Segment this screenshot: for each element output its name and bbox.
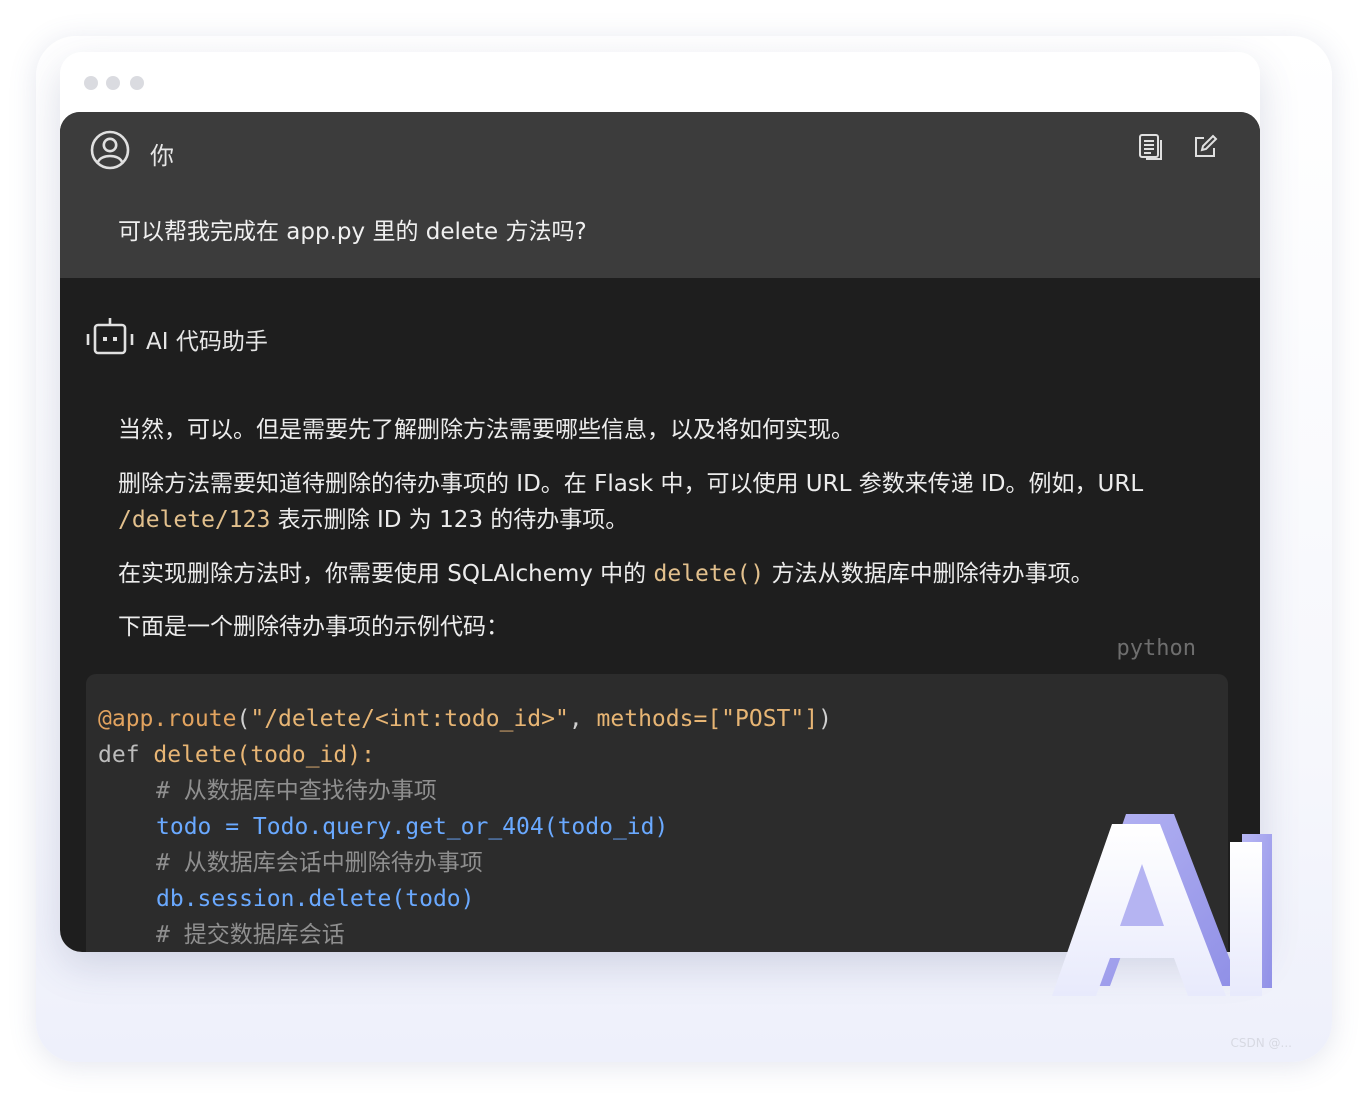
code-token: ) xyxy=(818,706,832,732)
user-name: 你 xyxy=(150,142,174,170)
paragraph-text: 在实现删除方法时，你需要使用 SQLAlchemy 中的 xyxy=(118,561,654,587)
window-dot-close[interactable] xyxy=(84,76,98,90)
code-line-6: db.session.delete(todo) xyxy=(156,886,475,912)
paragraph-text: 表示删除 ID 为 123 的待办事项。 xyxy=(270,507,629,533)
assistant-paragraph-3: 在实现删除方法时，你需要使用 SQLAlchemy 中的 delete() 方法… xyxy=(118,556,1208,592)
code-token: ( xyxy=(236,706,251,732)
assistant-paragraph-4: 下面是一个删除待办事项的示例代码： xyxy=(118,614,509,640)
code-line-7: # 提交数据库会话 xyxy=(156,922,345,948)
assistant-name: AI 代码助手 xyxy=(146,329,268,355)
window-dot-maximize[interactable] xyxy=(130,76,144,90)
code-line-1: @app.route("/delete/<int:todo_id>", meth… xyxy=(98,702,832,736)
user-message-block: 你 可以帮我完成在 app.py 里的 delete 方法吗? xyxy=(60,112,1260,278)
code-token: , xyxy=(568,706,597,732)
paragraph-text: 方法从数据库中删除待办事项。 xyxy=(764,561,1094,587)
window-titlebar xyxy=(60,52,1260,112)
code-line-4: todo = Todo.query.get_or_404(todo_id) xyxy=(156,814,669,840)
window-dot-minimize[interactable] xyxy=(106,76,120,90)
user-message-text: 可以帮我完成在 app.py 里的 delete 方法吗? xyxy=(118,219,587,245)
code-line-3: # 从数据库中查找待办事项 xyxy=(156,778,437,804)
user-avatar-icon xyxy=(90,130,130,170)
code-token: @app.route xyxy=(98,706,237,732)
code-token: "/delete/<int:todo_id>" xyxy=(250,706,569,732)
inline-code-url: /delete/123 xyxy=(118,507,271,533)
inline-code-delete: delete() xyxy=(653,561,765,587)
ai-3d-logo xyxy=(1052,814,1272,996)
paragraph-text: 删除方法需要知道待删除的待办事项的 ID。在 Flask 中，可以使用 URL … xyxy=(118,471,1144,497)
assistant-paragraph-2: 删除方法需要知道待删除的待办事项的 ID。在 Flask 中，可以使用 URL … xyxy=(118,466,1208,538)
code-line-2: def delete(todo_id): xyxy=(98,738,375,772)
code-token: delete(todo_id): xyxy=(153,742,375,768)
code-line-5: # 从数据库会话中删除待办事项 xyxy=(156,850,483,876)
code-token: methods=["POST"] xyxy=(596,706,819,732)
watermark-text: CSDN @... xyxy=(1230,1036,1292,1050)
robot-avatar-icon xyxy=(86,318,134,355)
code-token: def xyxy=(98,742,154,768)
copy-document-icon[interactable] xyxy=(1136,132,1166,162)
edit-icon[interactable] xyxy=(1190,132,1220,162)
assistant-paragraph-1: 当然，可以。但是需要先了解删除方法需要哪些信息，以及将如何实现。 xyxy=(118,417,854,443)
code-language-label: python xyxy=(1116,636,1196,661)
